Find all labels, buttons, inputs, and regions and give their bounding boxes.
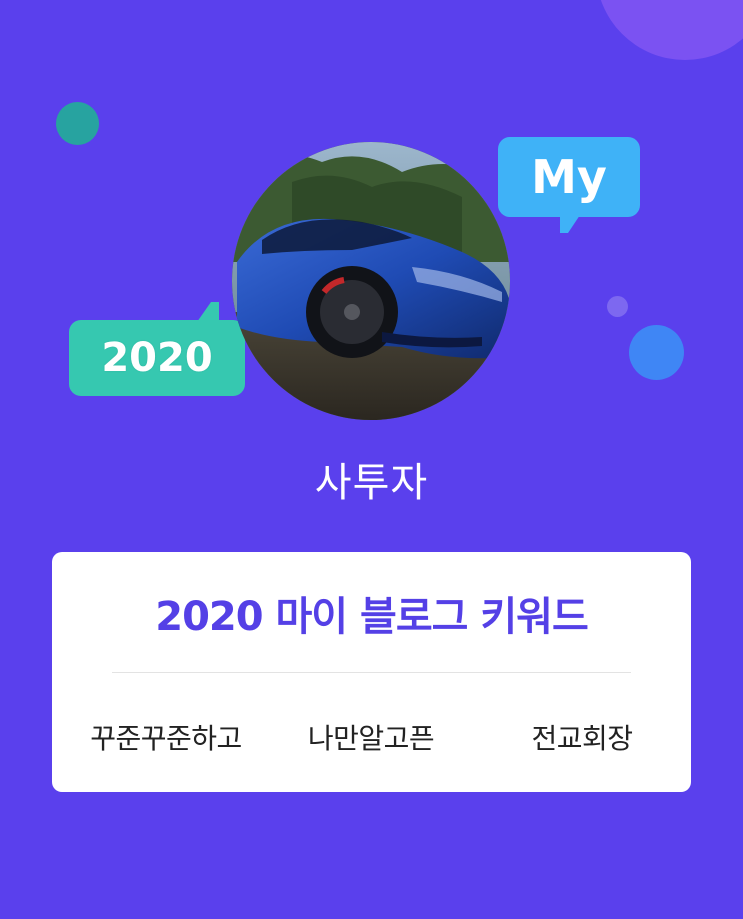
car-photo-image [232, 142, 510, 420]
profile-avatar [232, 142, 510, 420]
decorative-circle-small [607, 296, 628, 317]
speech-bubble-tail [560, 215, 580, 233]
year-speech-bubble: 2020 [69, 302, 245, 396]
decorative-circle-large [596, 0, 743, 60]
my-speech-bubble: My [498, 137, 640, 233]
profile-nickname: 사투자 [314, 460, 429, 506]
my-bubble-text: My [531, 150, 607, 204]
keyword-card: 2020 마이 블로그 키워드 꾸준꾸준하고 나만알고픈 전교회장 [52, 552, 691, 792]
keyword-item: 나만알고픈 [307, 722, 435, 755]
decorative-circle-blue [629, 325, 684, 380]
year-bubble-text: 2020 [101, 335, 213, 381]
keyword-card-title: 2020 마이 블로그 키워드 [155, 594, 589, 640]
speech-bubble-tail [197, 302, 219, 322]
keyword-item: 전교회장 [531, 722, 633, 755]
keyword-item: 꾸준꾸준하고 [90, 722, 242, 755]
card-divider [112, 672, 631, 673]
decorative-circle-teal [56, 102, 99, 145]
